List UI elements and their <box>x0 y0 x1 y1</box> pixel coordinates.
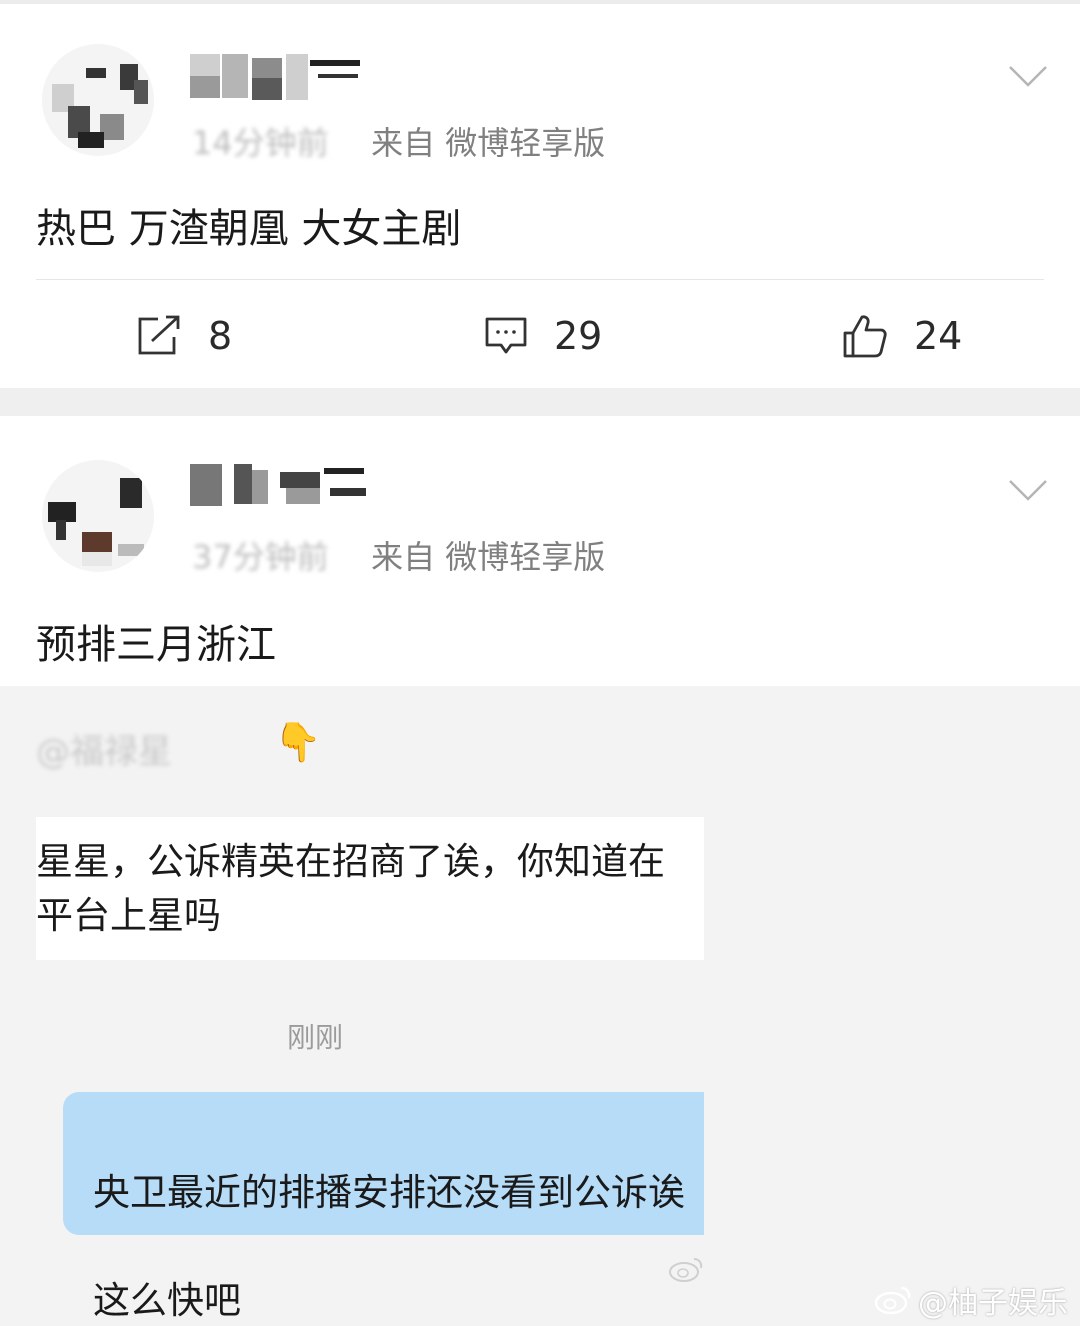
chevron-down-icon[interactable] <box>1008 478 1048 502</box>
post-source: 来自 微博轻享版 <box>371 124 606 162</box>
repost-icon <box>138 315 180 355</box>
post-time: 37分钟前 <box>192 538 329 576</box>
like-icon <box>843 315 887 358</box>
post-meta: 37分钟前 来自 微博轻享版 <box>192 532 605 578</box>
incoming-message-line: 星星，公诉精英在招商了诶，你知道在 <box>36 840 665 883</box>
post-time: 14分钟前 <box>192 124 329 162</box>
incoming-message-line: 平台上星吗 <box>36 894 221 937</box>
author-name-blurred[interactable] <box>190 54 370 104</box>
mention-line: @福禄星 👇 <box>36 720 321 772</box>
outgoing-message-bubble: 央卫最近的排播安排还没看到公诉诶 这么快吧 <box>63 1092 704 1322</box>
post-meta: 14分钟前 来自 微博轻享版 <box>192 118 605 164</box>
post-divider <box>36 279 1044 280</box>
mention-handle: @福禄星 <box>36 732 172 772</box>
watermark: @柚子娱乐 <box>874 1280 1068 1321</box>
chevron-down-icon[interactable] <box>1008 64 1048 88</box>
top-divider <box>0 0 1080 4</box>
outgoing-message-line: 央卫最近的排播安排还没看到公诉诶 <box>93 1171 685 1214</box>
weibo-logo-icon <box>874 1286 911 1315</box>
point-down-emoji: 👇 <box>274 720 322 764</box>
incoming-message-bubble: 星星，公诉精英在招商了诶，你知道在 平台上星吗 <box>36 817 704 960</box>
watermark-text: @柚子娱乐 <box>918 1286 1068 1321</box>
author-name-blurred[interactable] <box>190 464 370 514</box>
outgoing-message-line: 这么快吧 <box>93 1279 241 1322</box>
feed-separator <box>0 388 1080 416</box>
repost-count: 8 <box>208 314 233 358</box>
like-button[interactable]: 24 <box>842 308 962 364</box>
comment-icon <box>485 317 527 354</box>
avatar[interactable] <box>42 460 154 572</box>
post-text: 热巴 万渣朝凰 大女主剧 <box>36 206 462 252</box>
weibo-post-card: 37分钟前 来自 微博轻享版 预排三月浙江 <box>0 416 1080 688</box>
repost-button[interactable]: 8 <box>136 308 232 364</box>
like-count: 24 <box>914 314 963 358</box>
screenshot-page: 14分钟前 来自 微博轻享版 热巴 万渣朝凰 大女主剧 8 29 24 37分钟… <box>0 0 1080 1326</box>
post-source: 来自 微博轻享版 <box>371 538 606 576</box>
comment-count: 29 <box>554 314 603 358</box>
weibo-post-card: 14分钟前 来自 微博轻享版 热巴 万渣朝凰 大女主剧 8 29 24 <box>0 0 1080 388</box>
message-time: 刚刚 <box>287 1021 344 1054</box>
avatar[interactable] <box>42 44 154 156</box>
weibo-logo-icon <box>669 1258 703 1282</box>
post-text: 预排三月浙江 <box>36 622 276 668</box>
comment-button[interactable]: 29 <box>484 308 602 364</box>
